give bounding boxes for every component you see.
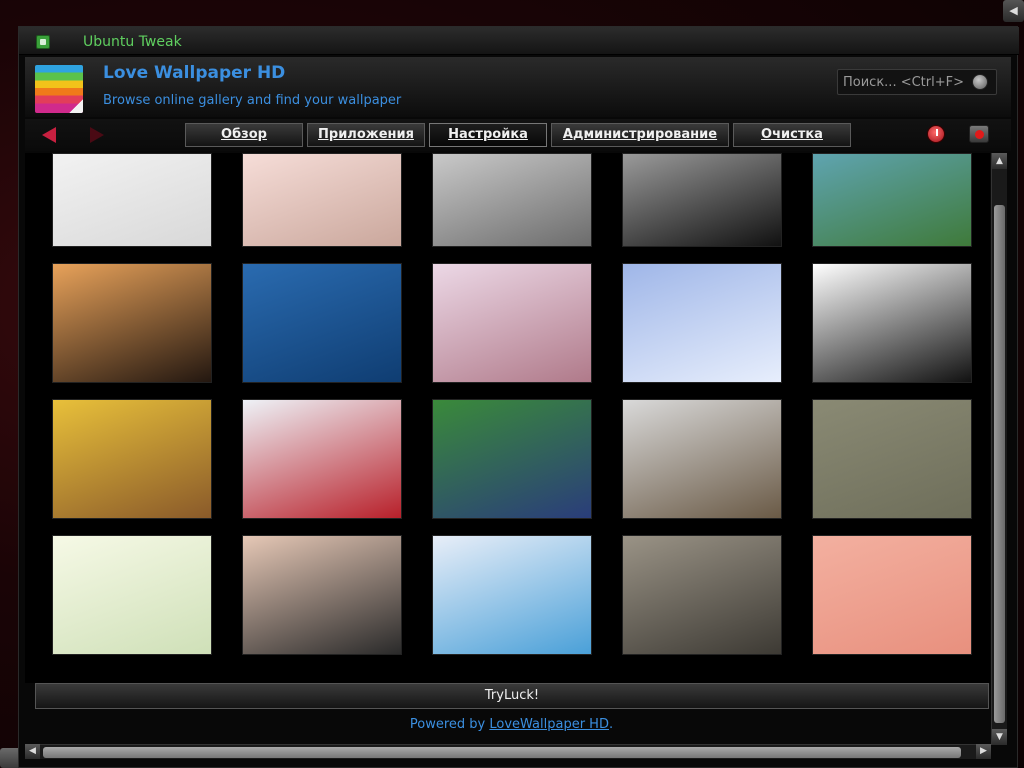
wallpaper-thumbnail[interactable]	[812, 153, 972, 247]
vertical-scroll-thumb[interactable]	[994, 205, 1005, 723]
wallpaper-thumbnail[interactable]	[432, 535, 592, 655]
header-title: Love Wallpaper HD	[103, 63, 286, 83]
search-input[interactable]: Поиск... <Ctrl+F>	[837, 69, 997, 95]
ubuntu-tweak-window: Ubuntu Tweak Love Wallpaper HD Browse on…	[18, 26, 1019, 768]
tryluck-button[interactable]: TryLuck!	[35, 683, 989, 709]
wallpaper-gallery	[25, 153, 990, 683]
scroll-right-icon[interactable]: ▶	[976, 744, 991, 759]
wallpaper-thumbnail[interactable]	[52, 263, 212, 383]
wallpaper-thumbnail[interactable]	[622, 399, 782, 519]
window-title: Ubuntu Tweak	[83, 34, 182, 50]
vertical-scrollbar[interactable]: ▲ ▼	[991, 153, 1007, 745]
navigation-bar: Обзор Приложения Настройка Администриров…	[25, 119, 1011, 151]
forward-arrow-icon[interactable]	[85, 123, 107, 145]
wallpaper-thumbnail[interactable]	[242, 535, 402, 655]
scroll-left-icon[interactable]: ◀	[25, 744, 40, 759]
header-subtitle: Browse online gallery and find your wall…	[103, 93, 402, 108]
wallpaper-thumbnail[interactable]	[432, 153, 592, 247]
wallpaper-thumbnail[interactable]	[622, 535, 782, 655]
tab-tweaks[interactable]: Настройка	[429, 123, 547, 147]
horizontal-scrollbar[interactable]: ◀ ▶	[25, 744, 991, 759]
footer-link[interactable]: LoveWallpaper HD	[489, 717, 609, 732]
footer: Powered by LoveWallpaper HD.	[19, 717, 1004, 732]
tab-janitor[interactable]: Очистка	[733, 123, 851, 147]
wallpaper-thumbnail[interactable]	[242, 263, 402, 383]
tab-applications[interactable]: Приложения	[307, 123, 425, 147]
scroll-up-icon[interactable]: ▲	[992, 153, 1007, 169]
tab-overview[interactable]: Обзор	[185, 123, 303, 147]
app-header: Love Wallpaper HD Browse online gallery …	[25, 57, 1011, 117]
wallpaper-thumbnail[interactable]	[242, 153, 402, 247]
record-icon[interactable]	[969, 125, 989, 143]
footer-prefix: Powered by	[409, 717, 490, 732]
wallpaper-thumbnail[interactable]	[52, 399, 212, 519]
horizontal-scroll-thumb[interactable]	[43, 747, 961, 758]
tab-administration[interactable]: Администрирование	[551, 123, 729, 147]
wallpaper-thumbnail[interactable]	[432, 399, 592, 519]
wallpaper-thumbnail[interactable]	[52, 535, 212, 655]
wallpaper-thumbnail[interactable]	[432, 263, 592, 383]
thumbnail-grid	[52, 153, 972, 655]
love-wallpaper-logo-icon	[35, 65, 83, 113]
wallpaper-thumbnail[interactable]	[812, 399, 972, 519]
wallpaper-thumbnail[interactable]	[812, 263, 972, 383]
search-placeholder: Поиск... <Ctrl+F>	[843, 75, 964, 90]
clock-icon[interactable]	[927, 125, 945, 143]
wallpaper-thumbnail[interactable]	[52, 153, 212, 247]
back-arrow-icon[interactable]	[39, 123, 61, 145]
wallpaper-thumbnail[interactable]	[242, 399, 402, 519]
wallpaper-thumbnail[interactable]	[622, 263, 782, 383]
window-titlebar[interactable]: Ubuntu Tweak	[19, 27, 1019, 55]
tab-bar: Обзор Приложения Настройка Администриров…	[185, 123, 851, 147]
desktop-panel-arrow-icon[interactable]: ◀	[1003, 0, 1024, 22]
footer-suffix: .	[608, 717, 614, 732]
wallpaper-thumbnail[interactable]	[812, 535, 972, 655]
search-icon[interactable]	[972, 74, 988, 90]
wallpaper-thumbnail[interactable]	[622, 153, 782, 247]
ubuntu-tweak-icon	[36, 35, 50, 49]
